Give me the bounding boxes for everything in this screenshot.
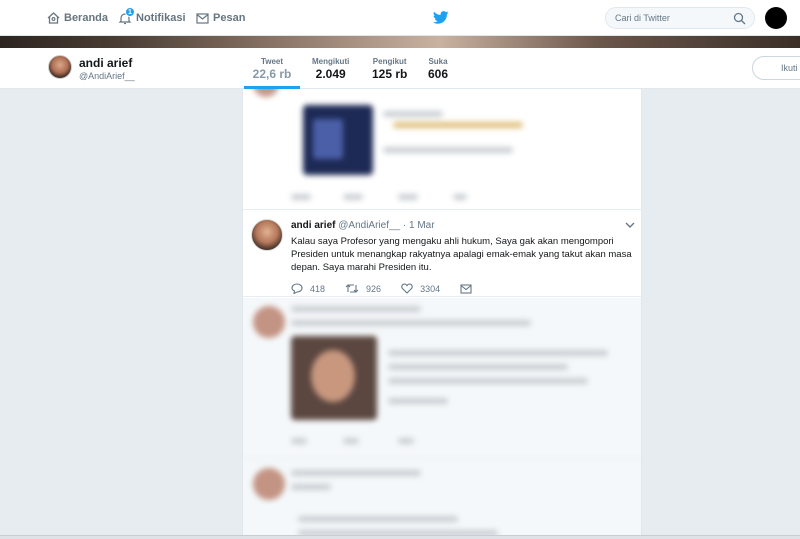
- blurred-tweets-below: [243, 298, 641, 539]
- reply-count: 418: [310, 283, 326, 294]
- tweet-author-name[interactable]: andi arief: [291, 220, 335, 231]
- tweet-card[interactable]: andi arief @AndiArief__ · 1 Mar Kalau sa…: [243, 209, 641, 297]
- follow-button[interactable]: Ikuti: [752, 56, 800, 80]
- search-placeholder: Cari di Twitter: [615, 13, 670, 23]
- chevron-down-icon[interactable]: [625, 222, 635, 229]
- retweet-icon: [345, 284, 359, 293]
- nav-notifications[interactable]: 1 Notifikasi: [118, 0, 186, 36]
- stat-likes-label: Suka: [428, 57, 448, 66]
- direct-message-action[interactable]: [460, 283, 479, 294]
- nav-messages[interactable]: Pesan: [196, 0, 245, 36]
- profile-banner: [0, 36, 800, 48]
- profile-avatar[interactable]: [48, 55, 72, 79]
- tweet-header: andi arief @AndiArief__ · 1 Mar: [291, 220, 435, 231]
- nav-messages-label: Pesan: [213, 12, 246, 24]
- heart-icon: [401, 283, 413, 294]
- envelope-icon: [460, 283, 472, 294]
- reply-action[interactable]: 418: [291, 283, 325, 294]
- twitter-bird-icon[interactable]: [433, 11, 449, 24]
- timeline: andi arief @AndiArief__ · 1 Mar Kalau sa…: [242, 89, 642, 539]
- stat-tweets-label: Tweet: [260, 57, 284, 66]
- home-icon: [47, 12, 60, 24]
- like-action[interactable]: 3304: [401, 283, 440, 294]
- nav-notifications-label: Notifikasi: [136, 12, 186, 24]
- tweet-date[interactable]: · 1 Mar: [403, 220, 435, 231]
- stat-following-label: Mengikuti: [312, 57, 350, 66]
- blurred-tweet-above: [243, 89, 641, 209]
- search-icon[interactable]: [733, 12, 746, 25]
- tweet-actions: 418 926 3304: [291, 283, 499, 294]
- user-avatar-menu[interactable]: [765, 7, 787, 29]
- stat-likes-value: 606: [428, 67, 449, 81]
- tweet-avatar[interactable]: [251, 219, 283, 251]
- nav-home-label: Beranda: [64, 12, 109, 24]
- tweet-author-handle[interactable]: @AndiArief__: [338, 220, 400, 231]
- stat-followers-label: Pengikut: [372, 57, 407, 66]
- envelope-icon: [196, 12, 209, 24]
- profile-name[interactable]: andi arief: [79, 56, 132, 70]
- reply-icon: [291, 283, 303, 294]
- nav-home[interactable]: Beranda: [47, 0, 108, 36]
- stat-likes[interactable]: Suka 606: [428, 57, 448, 81]
- profile-navigation: andi arief @AndiArief__ Tweet 22,6 rb Me…: [0, 48, 800, 89]
- retweet-count: 926: [366, 283, 382, 294]
- retweet-action[interactable]: 926: [345, 283, 381, 294]
- stat-tweets-value: 22,6 rb: [252, 67, 292, 81]
- notification-badge: 1: [125, 7, 135, 17]
- profile-handle: @AndiArief__: [79, 71, 135, 81]
- stat-followers-value: 125 rb: [372, 67, 408, 81]
- search-input[interactable]: Cari di Twitter: [605, 7, 755, 29]
- stat-following-value: 2.049: [315, 67, 346, 81]
- stat-followers[interactable]: Pengikut 125 rb: [372, 57, 407, 81]
- bottom-scrollbar[interactable]: [0, 535, 800, 539]
- like-count: 3304: [420, 283, 441, 294]
- tweet-text: Kalau saya Profesor yang mengaku ahli hu…: [291, 236, 632, 273]
- stat-following[interactable]: Mengikuti 2.049: [312, 57, 349, 81]
- top-navigation: Beranda 1 Notifikasi Pesan Cari di Twitt…: [0, 0, 800, 36]
- stat-tweets[interactable]: Tweet 22,6 rb: [252, 57, 292, 81]
